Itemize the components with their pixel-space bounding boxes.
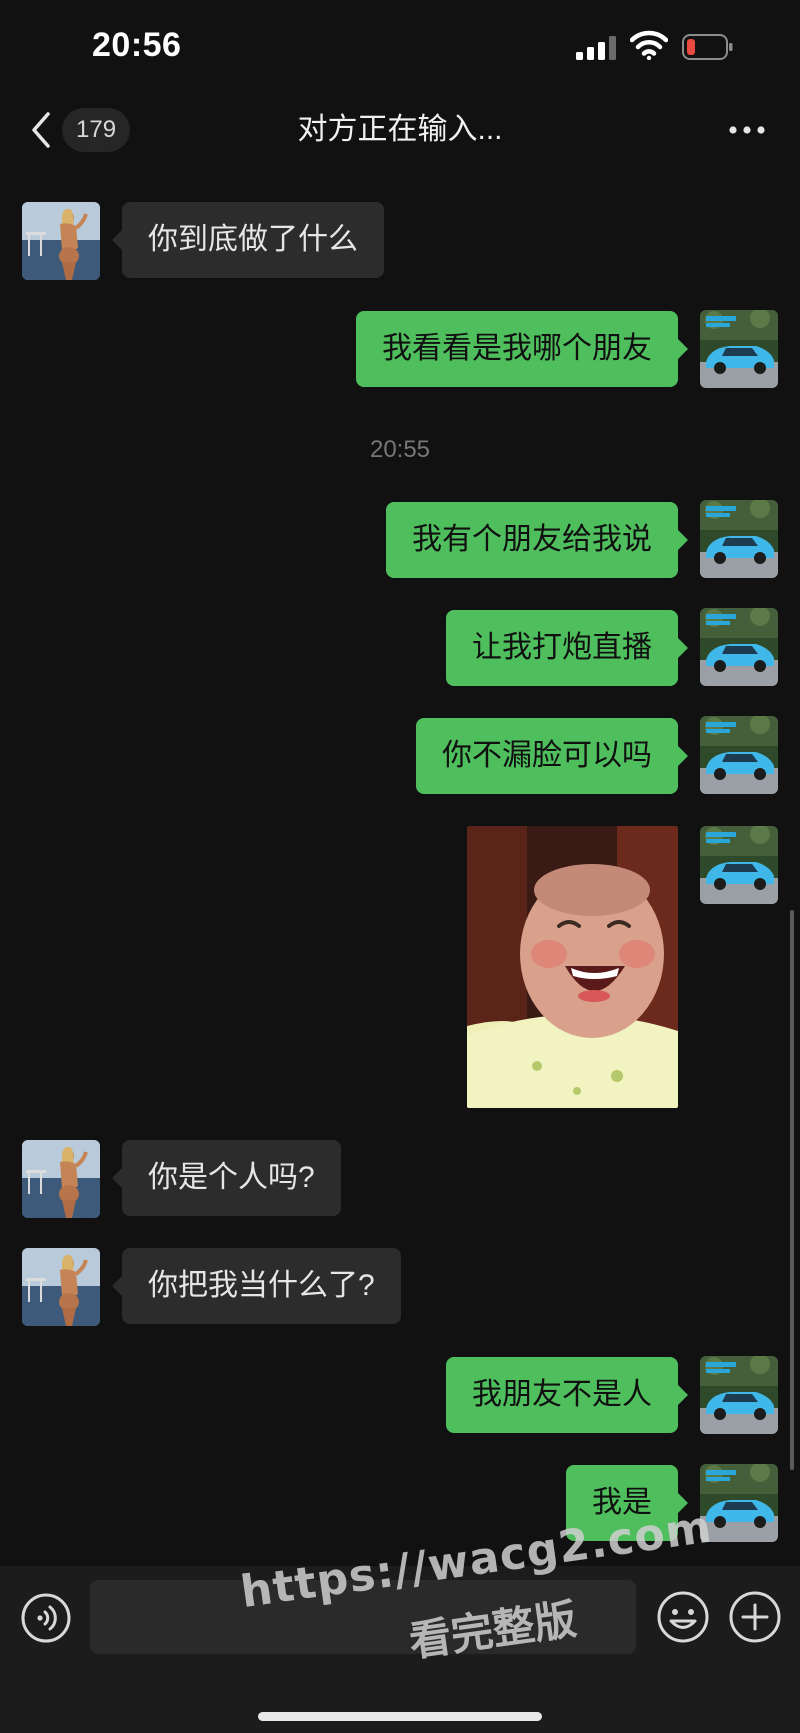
- emoji-icon[interactable]: [656, 1590, 710, 1644]
- message-bubble-incoming[interactable]: 你是个人吗?: [112, 1140, 341, 1216]
- chat-title: 对方正在输入...: [297, 113, 503, 146]
- wifi-icon: [630, 30, 668, 60]
- message-bubble-outgoing[interactable]: 我有个朋友给我说: [386, 502, 688, 578]
- message-timestamp: 20:55: [369, 436, 431, 463]
- battery-low-icon: [682, 34, 733, 60]
- home-indicator[interactable]: [258, 1712, 542, 1721]
- unread-count-badge[interactable]: 179: [62, 108, 131, 152]
- my-avatar[interactable]: [700, 716, 778, 794]
- chat-header: 179 对方正在输入...: [0, 90, 800, 170]
- my-avatar[interactable]: [700, 608, 778, 686]
- cellular-signal-icon: [576, 36, 616, 60]
- laughing-baby-sticker[interactable]: [467, 826, 678, 1108]
- message-bubble-incoming[interactable]: 你到底做了什么: [112, 202, 384, 278]
- message-bubble-outgoing[interactable]: 让我打炮直播: [446, 610, 688, 686]
- my-avatar[interactable]: [700, 826, 778, 904]
- status-time: 20:56: [92, 26, 182, 64]
- chat-input-bar: [0, 1566, 800, 1733]
- message-bubble-outgoing[interactable]: 我朋友不是人: [446, 1357, 688, 1433]
- contact-avatar[interactable]: [22, 1140, 100, 1218]
- back-chevron-icon[interactable]: [26, 108, 56, 152]
- my-avatar[interactable]: [700, 500, 778, 578]
- more-options-icon[interactable]: [722, 110, 772, 150]
- message-bubble-outgoing[interactable]: 你不漏脸可以吗: [416, 718, 688, 794]
- contact-avatar[interactable]: [22, 202, 100, 280]
- sticker-image: [467, 826, 678, 1108]
- message-input[interactable]: [90, 1580, 636, 1654]
- contact-avatar[interactable]: [22, 1248, 100, 1326]
- my-avatar[interactable]: [700, 1464, 778, 1542]
- message-bubble-incoming[interactable]: 你把我当什么了?: [112, 1248, 401, 1324]
- plus-icon[interactable]: [728, 1590, 782, 1644]
- my-avatar[interactable]: [700, 1356, 778, 1434]
- message-bubble-outgoing[interactable]: 我看看是我哪个朋友: [356, 311, 688, 387]
- scrollbar[interactable]: [790, 910, 794, 1470]
- status-bar: 20:56: [0, 0, 800, 90]
- message-bubble-outgoing[interactable]: 我是: [566, 1465, 688, 1541]
- my-avatar[interactable]: [700, 310, 778, 388]
- voice-icon[interactable]: [20, 1592, 72, 1644]
